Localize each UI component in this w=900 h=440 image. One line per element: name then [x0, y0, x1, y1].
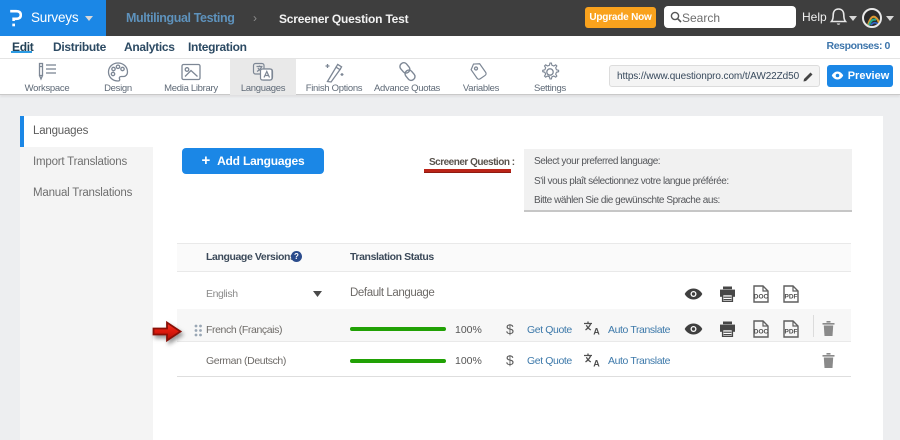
svg-text:DOC: DOC — [754, 294, 769, 301]
svg-text:PDF: PDF — [785, 329, 798, 336]
svg-text:DOC: DOC — [754, 329, 769, 336]
svg-text:A: A — [593, 359, 600, 368]
svg-text:?: ? — [294, 252, 299, 261]
svg-text:PDF: PDF — [785, 294, 798, 301]
svg-text:A: A — [593, 327, 600, 336]
